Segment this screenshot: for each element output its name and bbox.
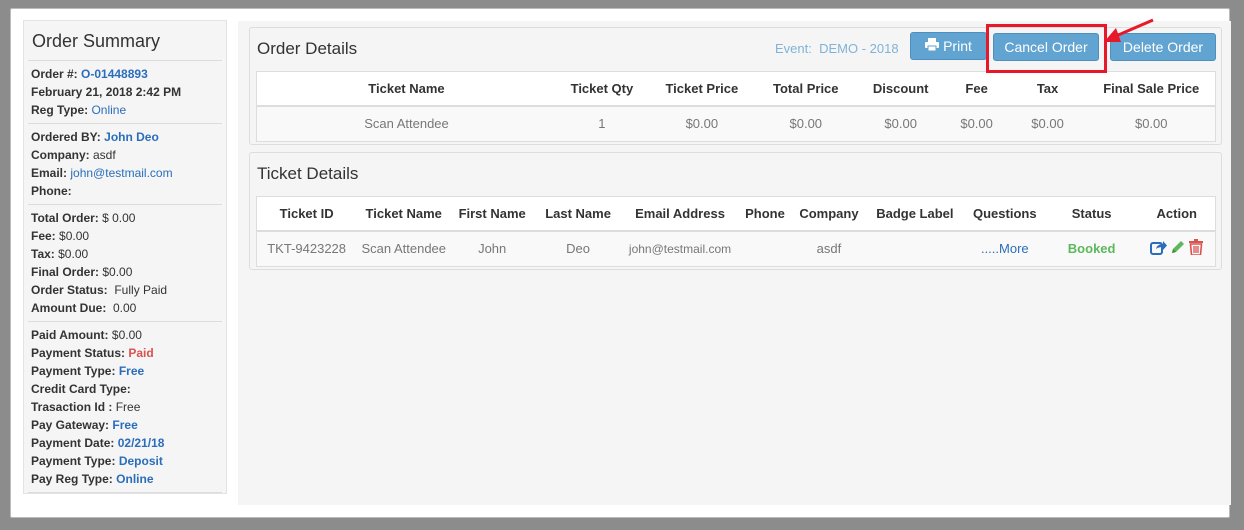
table-row: TKT-9423228 Scan Attendee John Deo john@… <box>256 230 1216 267</box>
ordered-by-link[interactable]: John Deo <box>104 130 159 144</box>
final-order-line: Final Order: $0.00 <box>31 265 133 279</box>
red-arrow-icon <box>1104 18 1154 42</box>
ticket-details-title: Ticket Details <box>257 164 359 183</box>
col-total-price: Total Price <box>755 71 856 107</box>
ticket-details-table: Ticket ID Ticket Name First Name Last Na… <box>256 196 1216 267</box>
paid-amount-line: Paid Amount: $0.00 <box>31 328 142 342</box>
summary-payment-group: Paid Amount: $0.00 Payment Status: Paid … <box>28 322 222 493</box>
order-details-table: Ticket Name Ticket Qty Ticket Price Tota… <box>256 71 1216 142</box>
order-date: February 21, 2018 2:42 PM <box>31 85 182 99</box>
order-details-title: Order Details <box>257 39 358 58</box>
event-label: Event: DEMO - 2018 <box>775 41 899 56</box>
col-ticket-price: Ticket Price <box>647 71 756 107</box>
phone-line: Phone: <box>31 184 72 198</box>
summary-title: Order Summary <box>28 21 222 61</box>
pay-gateway-line: Pay Gateway: Free <box>31 418 138 432</box>
ordered-by-line: Ordered BY: John Deo <box>31 130 159 144</box>
status-cell: Booked <box>1044 230 1139 267</box>
order-summary-panel: Order Summary Order #: O-01448893 Februa… <box>23 20 227 494</box>
tax-line: Tax: $0.00 <box>31 247 89 261</box>
ticket-table-header: Ticket ID Ticket Name First Name Last Na… <box>256 196 1216 232</box>
questions-cell: .....More <box>964 230 1045 267</box>
main-content: Order Details Event: DEMO - 2018 Print C… <box>238 21 1231 505</box>
col-ticket-name: Ticket Name <box>256 71 556 107</box>
last-name-cell: Deo <box>533 230 624 267</box>
col-final-sale-price: Final Sale Price <box>1087 71 1216 107</box>
printer-icon <box>925 38 940 54</box>
col-ticket-name: Ticket Name <box>356 196 452 232</box>
reg-type-line: Reg Type: Online <box>31 103 127 117</box>
cancel-order-highlight <box>986 24 1107 73</box>
email-cell: john@testmail.com <box>623 230 738 267</box>
payment-type-line: Payment Type: Free <box>31 364 145 378</box>
trash-icon[interactable] <box>1189 239 1204 258</box>
col-status: Status <box>1044 196 1139 232</box>
col-phone: Phone <box>737 196 793 232</box>
col-company: Company <box>792 196 865 232</box>
col-action: Action <box>1138 196 1216 232</box>
first-name-cell: John <box>451 230 534 267</box>
email-link[interactable]: john@testmail.com <box>70 166 172 180</box>
summary-order-group: Order #: O-01448893 February 21, 2018 2:… <box>28 61 222 124</box>
action-icons <box>1150 239 1204 258</box>
summary-buyer-group: Ordered BY: John Deo Company: asdf Email… <box>28 124 222 205</box>
order-table-header: Ticket Name Ticket Qty Ticket Price Tota… <box>256 71 1216 107</box>
fee-line: Fee: $0.00 <box>31 229 90 243</box>
col-ticket-id: Ticket ID <box>256 196 357 232</box>
col-fee: Fee <box>945 71 1008 107</box>
email-line: Email: john@testmail.com <box>31 166 173 180</box>
summary-totals-group: Total Order: $ 0.00 Fee: $0.00 Tax: $0.0… <box>28 205 222 322</box>
order-number-line: Order #: O-01448893 <box>31 67 148 81</box>
col-questions: Questions <box>964 196 1045 232</box>
col-last-name: Last Name <box>533 196 624 232</box>
amount-due-line: Amount Due: 0.00 <box>31 301 137 315</box>
order-status-line: Order Status: Fully Paid <box>31 283 168 297</box>
col-first-name: First Name <box>451 196 534 232</box>
total-order-line: Total Order: $ 0.00 <box>31 211 136 225</box>
company-cell: asdf <box>792 230 865 267</box>
ticket-name-cell: Scan Attendee <box>356 230 452 267</box>
print-button[interactable]: Print <box>910 32 987 60</box>
payment-status-line: Payment Status: Paid <box>31 346 154 360</box>
badge-label-cell <box>864 230 965 267</box>
col-ticket-qty: Ticket Qty <box>555 71 648 107</box>
table-row: Scan Attendee 1 $0.00 $0.00 $0.00 $0.00 … <box>256 105 1216 142</box>
questions-more-link[interactable]: .....More <box>981 241 1029 256</box>
col-tax: Tax <box>1007 71 1088 107</box>
col-badge-label: Badge Label <box>864 196 965 232</box>
pencil-icon[interactable] <box>1170 239 1186 258</box>
share-icon[interactable] <box>1150 239 1168 258</box>
ticket-details-panel: Ticket Details Ticket ID Ticket Name Fir… <box>249 152 1222 270</box>
pay-reg-type-line: Pay Reg Type: Online <box>31 472 154 486</box>
transaction-id-line: Trasaction Id : Free <box>31 400 141 414</box>
print-label: Print <box>943 38 972 54</box>
company-line: Company: asdf <box>31 148 116 162</box>
phone-cell <box>737 230 793 267</box>
status-badge: Booked <box>1067 241 1116 257</box>
payment-type2-line: Payment Type: Deposit <box>31 454 163 468</box>
col-email-address: Email Address <box>623 196 738 232</box>
order-number-link[interactable]: O-01448893 <box>81 67 148 81</box>
order-modal: Order Summary Order #: O-01448893 Februa… <box>10 8 1231 518</box>
col-discount: Discount <box>855 71 946 107</box>
ticket-id-cell: TKT-9423228 <box>256 230 357 267</box>
credit-card-type-line: Credit Card Type: <box>31 382 131 396</box>
action-cell <box>1138 230 1216 267</box>
payment-date-line: Payment Date: 02/21/18 <box>31 436 165 450</box>
